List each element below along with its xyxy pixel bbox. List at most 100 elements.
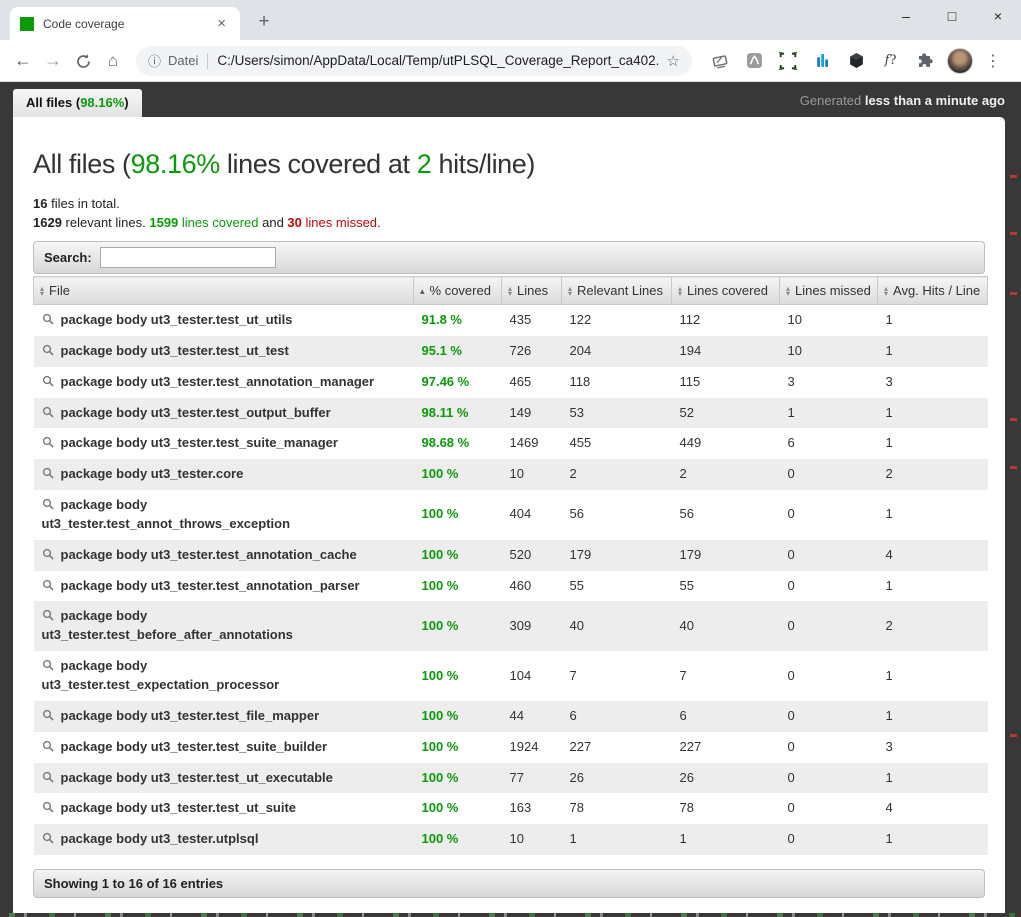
file-link[interactable]: package body ut3_tester.test_before_after… (34, 601, 414, 651)
file-name: package body (61, 608, 148, 623)
file-link[interactable]: package body ut3_tester.test_suite_build… (34, 732, 414, 763)
file-name: package body ut3_tester.test_ut_suite (61, 800, 297, 815)
tab-all-files[interactable]: All files (98.16%) (13, 89, 142, 117)
file-link[interactable]: package bodyut3_tester.test_annot_throws… (34, 490, 414, 540)
cell-lines: 1924 (502, 732, 562, 763)
sort-both-icon: ▴▾ (678, 287, 682, 296)
browser-tab[interactable]: Code coverage × (10, 7, 240, 40)
cell-lines: 404 (502, 490, 562, 540)
missed-text: lines missed. (302, 215, 381, 230)
table-row: package body ut3_tester.test_output_buff… (34, 398, 988, 429)
file-name: ut3_tester.test_annot_throws_exception (42, 516, 291, 531)
maximize-button[interactable]: □ (929, 0, 975, 34)
cell-lines-covered: 2 (672, 459, 780, 490)
file-link[interactable]: package bodyut3_tester.test_expectation_… (34, 651, 414, 701)
column-label: Lines missed (795, 283, 871, 298)
column-header-covered[interactable]: ▴% covered (414, 277, 502, 305)
scroll-annotation-mark (1010, 418, 1017, 421)
cell-lines-missed: 10 (780, 305, 878, 336)
minimize-button[interactable]: – (883, 0, 929, 34)
table-row: package body ut3_tester.test_file_mapper… (34, 701, 988, 732)
column-header-lines-covered[interactable]: ▴▾Lines covered (672, 277, 780, 305)
column-header-relevant[interactable]: ▴▾Relevant Lines (562, 277, 672, 305)
cell-relevant: 7 (562, 651, 672, 701)
url-text[interactable]: C:/Users/simon/AppData/Local/Temp/utPLSQ… (217, 53, 658, 68)
file-link[interactable]: package body ut3_tester.test_output_buff… (34, 398, 414, 429)
showing-entries-bar: Showing 1 to 16 of 16 entries (33, 869, 985, 898)
report-tabbar: All files (98.16%) Generated less than a… (0, 82, 1021, 117)
extensions-puzzle-icon[interactable] (913, 49, 937, 73)
column-header-avg-hits[interactable]: ▴▾Avg. Hits / Line (878, 277, 988, 305)
signature-extension-icon[interactable] (708, 49, 732, 73)
sort-ascending-icon: ▴ (420, 287, 425, 296)
cell-lines: 460 (502, 571, 562, 602)
cell-lines: 104 (502, 651, 562, 701)
file-link[interactable]: package body ut3_tester.utplsql (34, 824, 414, 855)
function-extension-icon[interactable]: f? (879, 49, 903, 73)
file-name: package body ut3_tester.core (61, 466, 244, 481)
file-link[interactable]: package body ut3_tester.test_ut_test (34, 336, 414, 367)
screen-capture-extension-icon[interactable] (776, 49, 800, 73)
reload-button[interactable] (68, 50, 98, 71)
column-header-lines-missed[interactable]: ▴▾Lines missed (780, 277, 878, 305)
column-header-file[interactable]: ▴▾File (34, 277, 414, 305)
window-controls: – □ × (883, 0, 1021, 34)
files-count: 16 (33, 196, 47, 211)
cell-covered: 100 % (414, 701, 502, 732)
cell-covered: 100 % (414, 732, 502, 763)
cell-lines-covered: 115 (672, 367, 780, 398)
cell-covered: 97.46 % (414, 367, 502, 398)
new-tab-button[interactable]: + (252, 11, 276, 33)
file-link[interactable]: package body ut3_tester.test_ut_utils (34, 305, 414, 336)
cube-extension-icon[interactable] (844, 49, 868, 73)
info-icon[interactable]: ⓘ (148, 51, 161, 70)
column-header-lines[interactable]: ▴▾Lines (502, 277, 562, 305)
cell-relevant: 2 (562, 459, 672, 490)
cell-relevant: 179 (562, 540, 672, 571)
forward-button[interactable]: → (38, 50, 68, 71)
home-button[interactable]: ⌂ (98, 51, 128, 71)
file-name: ut3_tester.test_before_after_annotations (42, 627, 293, 642)
cell-avg-hits: 2 (878, 601, 988, 651)
cell-lines: 726 (502, 336, 562, 367)
cell-lines-covered: 55 (672, 571, 780, 602)
search-bar: Search: (33, 241, 985, 274)
pdf-extension-icon[interactable] (742, 49, 766, 73)
file-link[interactable]: package body ut3_tester.test_file_mapper (34, 701, 414, 732)
table-row: package body ut3_tester.utplsql100 %1011… (34, 824, 988, 855)
file-link[interactable]: package body ut3_tester.test_annotation_… (34, 367, 414, 398)
cell-relevant: 118 (562, 367, 672, 398)
cell-relevant: 6 (562, 701, 672, 732)
magnifier-icon (42, 771, 55, 784)
close-button[interactable]: × (975, 0, 1021, 34)
column-label: Lines (517, 283, 548, 298)
tab-close-icon[interactable]: × (213, 15, 230, 32)
cell-lines-missed: 0 (780, 459, 878, 490)
file-link[interactable]: package body ut3_tester.core (34, 459, 414, 490)
bookmark-star-icon[interactable]: ☆ (667, 52, 680, 70)
cell-covered: 100 % (414, 571, 502, 602)
sort-both-icon: ▴▾ (568, 287, 572, 296)
cell-covered: 98.68 % (414, 428, 502, 459)
table-row: package body ut3_tester.test_suite_manag… (34, 428, 988, 459)
search-input[interactable] (100, 247, 276, 268)
back-button[interactable]: ← (8, 50, 38, 71)
cell-lines-covered: 40 (672, 601, 780, 651)
browser-window: Code coverage × + – □ × ← → ⌂ ⓘ Datei C:… (0, 0, 1021, 917)
file-name: package body ut3_tester.test_output_buff… (61, 405, 331, 420)
profile-avatar[interactable] (947, 48, 973, 74)
bar-chart-extension-icon[interactable] (810, 49, 834, 73)
table-row: package body ut3_tester.test_before_after… (34, 601, 988, 651)
file-link[interactable]: package body ut3_tester.test_ut_executab… (34, 763, 414, 794)
table-row: package body ut3_tester.test_suite_build… (34, 732, 988, 763)
file-link[interactable]: package body ut3_tester.test_ut_suite (34, 793, 414, 824)
file-link[interactable]: package body ut3_tester.test_annotation_… (34, 540, 414, 571)
url-bar[interactable]: ⓘ Datei C:/Users/simon/AppData/Local/Tem… (136, 46, 692, 76)
browser-toolbar: ← → ⌂ ⓘ Datei C:/Users/simon/AppData/Loc… (0, 40, 1021, 82)
cell-avg-hits: 1 (878, 305, 988, 336)
browser-menu-icon[interactable]: ⋮ (983, 51, 1003, 71)
extension-icons: f? ⋮ (698, 48, 1013, 74)
file-link[interactable]: package body ut3_tester.test_annotation_… (34, 571, 414, 602)
file-link[interactable]: package body ut3_tester.test_suite_manag… (34, 428, 414, 459)
magnifier-icon (42, 498, 55, 511)
